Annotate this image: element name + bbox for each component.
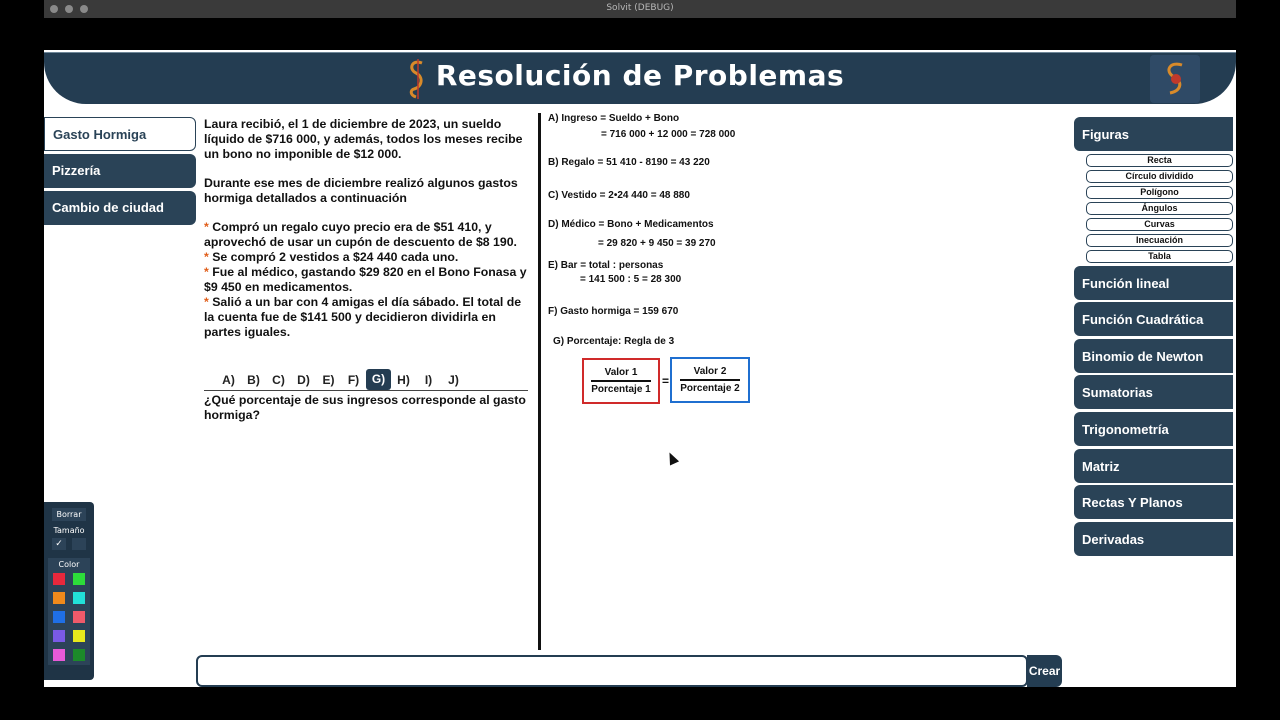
fraction-left: Valor 1 Porcentaje 1	[582, 358, 660, 404]
menu-item-derivadas[interactable]: Derivadas	[1074, 521, 1233, 556]
solution-line: = 29 820 + 9 450 = 39 270	[598, 238, 716, 249]
solution-canvas[interactable]: A) Ingreso = Sueldo + Bono = 716 000 + 1…	[548, 50, 1068, 650]
expense-list: * Compró un regalo cuyo precio era de $5…	[204, 220, 532, 340]
fraction-bar	[591, 380, 651, 382]
window-title: Solvit (DEBUG)	[606, 3, 674, 13]
submenu-item-circulo-dividido[interactable]: Círculo dividido	[1086, 169, 1233, 183]
submenu-item-recta[interactable]: Recta	[1086, 153, 1233, 167]
submenu-item-tabla[interactable]: Tabla	[1086, 249, 1233, 263]
fraction-left-bottom: Porcentaje 1	[591, 383, 651, 395]
solution-line: G) Porcentaje: Regla de 3	[553, 336, 675, 347]
question-text: ¿Qué porcentaje de sus ingresos correspo…	[204, 393, 526, 422]
solution-line: = 141 500 : 5 = 28 300	[580, 274, 682, 285]
submenu-item-angulos[interactable]: Ángulos	[1086, 201, 1233, 215]
fraction-right-bottom: Porcentaje 2	[680, 382, 740, 394]
size-small-checkbox[interactable]: ✓	[52, 538, 66, 550]
menu-item-binomio-de-newton[interactable]: Binomio de Newton	[1074, 338, 1233, 373]
list-item: * Se compró 2 vestidos a $24 440 cada un…	[204, 250, 459, 264]
size-options: ✓	[48, 538, 90, 550]
color-swatch[interactable]	[53, 592, 65, 604]
list-item: * Compró un regalo cuyo precio era de $5…	[204, 220, 517, 249]
problem-context: Durante ese mes de diciembre realizó alg…	[204, 176, 518, 205]
solution-line: E) Bar = total : personas	[548, 260, 664, 271]
menu-item-trigonometria[interactable]: Trigonometría	[1074, 411, 1233, 446]
drawing-palette: Borrar Tamaño ✓ Color	[44, 502, 94, 680]
question-tabs: A) B) C) D) E) F) G) H) I) J)	[204, 369, 528, 391]
tab-c[interactable]: C)	[266, 373, 291, 387]
fraction-bar	[679, 379, 741, 381]
nav-item-pizzeria[interactable]: Pizzería	[44, 154, 196, 188]
fraction-right-top: Valor 2	[693, 366, 727, 378]
list-item: * Salió a un bar con 4 amigas el día sáb…	[204, 295, 522, 339]
size-label: Tamaño	[53, 526, 85, 535]
tab-j[interactable]: J)	[441, 373, 466, 387]
problem-list: Gasto Hormiga Pizzería Cambio de ciudad	[44, 117, 196, 228]
tab-b[interactable]: B)	[241, 373, 266, 387]
create-button[interactable]: Crear	[1027, 655, 1062, 687]
panel-divider	[538, 113, 541, 650]
tab-e[interactable]: E)	[316, 373, 341, 387]
color-panel: Color	[48, 558, 90, 665]
submenu-item-inecuacion[interactable]: Inecuación	[1086, 233, 1233, 247]
menu-item-sumatorias[interactable]: Sumatorias	[1074, 375, 1233, 410]
menu-item-matriz[interactable]: Matriz	[1074, 448, 1233, 483]
solution-line: B) Regalo = 51 410 - 8190 = 43 220	[548, 157, 710, 168]
figuras-submenu: Recta Círculo dividido Polígono Ángulos …	[1086, 153, 1233, 263]
list-item: * Fue al médico, gastando $29 820 en el …	[204, 265, 527, 294]
color-swatch[interactable]	[73, 649, 85, 661]
window-titlebar: Solvit (DEBUG)	[44, 0, 1236, 18]
submenu-item-curvas[interactable]: Curvas	[1086, 217, 1233, 231]
brand-logo-icon	[1150, 55, 1200, 103]
fraction-left-top: Valor 1	[604, 367, 638, 379]
tab-d[interactable]: D)	[291, 373, 316, 387]
solution-line: F) Gasto hormiga = 159 670	[548, 306, 679, 317]
nav-item-cambio-de-ciudad[interactable]: Cambio de ciudad	[44, 191, 196, 225]
nav-item-gasto-hormiga[interactable]: Gasto Hormiga	[44, 117, 196, 151]
menu-item-figuras[interactable]: Figuras	[1074, 117, 1233, 151]
tab-i[interactable]: I)	[416, 373, 441, 387]
submenu-item-poligono[interactable]: Polígono	[1086, 185, 1233, 199]
color-swatch[interactable]	[53, 573, 65, 585]
color-swatch[interactable]	[73, 592, 85, 604]
tab-h[interactable]: H)	[391, 373, 416, 387]
tab-f[interactable]: F)	[341, 373, 366, 387]
erase-button[interactable]: Borrar	[52, 508, 86, 521]
menu-item-funcion-cuadratica[interactable]: Función Cuadrática	[1074, 302, 1233, 337]
size-large-checkbox[interactable]	[72, 538, 86, 550]
tab-g[interactable]: G)	[366, 369, 391, 390]
color-swatch[interactable]	[53, 611, 65, 623]
menu-item-funcion-lineal[interactable]: Función lineal	[1074, 265, 1233, 300]
color-swatch[interactable]	[53, 649, 65, 661]
color-swatches	[48, 573, 90, 661]
color-swatch[interactable]	[73, 573, 85, 585]
color-swatch[interactable]	[73, 611, 85, 623]
menu-item-rectas-y-planos[interactable]: Rectas Y Planos	[1074, 485, 1233, 520]
problem-statement: Laura recibió, el 1 de diciembre de 2023…	[204, 117, 532, 340]
color-label: Color	[58, 560, 80, 569]
color-swatch[interactable]	[53, 630, 65, 642]
expression-input[interactable]	[196, 655, 1028, 687]
fraction-right: Valor 2 Porcentaje 2	[670, 357, 750, 403]
solution-line: D) Médico = Bono + Medicamentos	[548, 219, 714, 230]
tools-menu: Figuras Recta Círculo dividido Polígono …	[1074, 117, 1233, 558]
solution-line: C) Vestido = 2•24 440 = 48 880	[548, 190, 690, 201]
solution-line: = 716 000 + 12 000 = 728 000	[601, 129, 736, 140]
equals-sign: =	[662, 374, 670, 388]
problem-intro: Laura recibió, el 1 de diciembre de 2023…	[204, 117, 523, 161]
color-swatch[interactable]	[73, 630, 85, 642]
tab-a[interactable]: A)	[216, 373, 241, 387]
solution-line: A) Ingreso = Sueldo + Bono	[548, 113, 680, 124]
app-window: Resolución de Problemas Gasto Hormiga Pi…	[44, 50, 1236, 687]
